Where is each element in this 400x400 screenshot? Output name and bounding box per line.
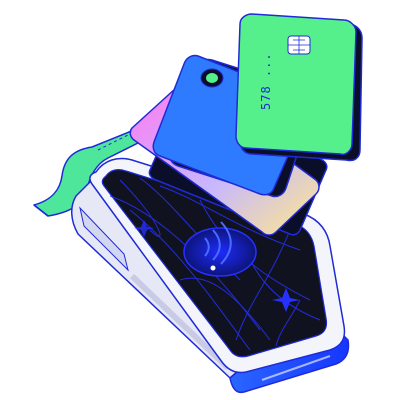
card-number-fragment: 578 ... [259,52,273,110]
payment-terminal-illustration: 578 ... [33,13,363,394]
card-green: 578 ... [235,13,363,162]
illustration-canvas: 578 ... [0,0,400,400]
chip-icon [287,35,311,55]
